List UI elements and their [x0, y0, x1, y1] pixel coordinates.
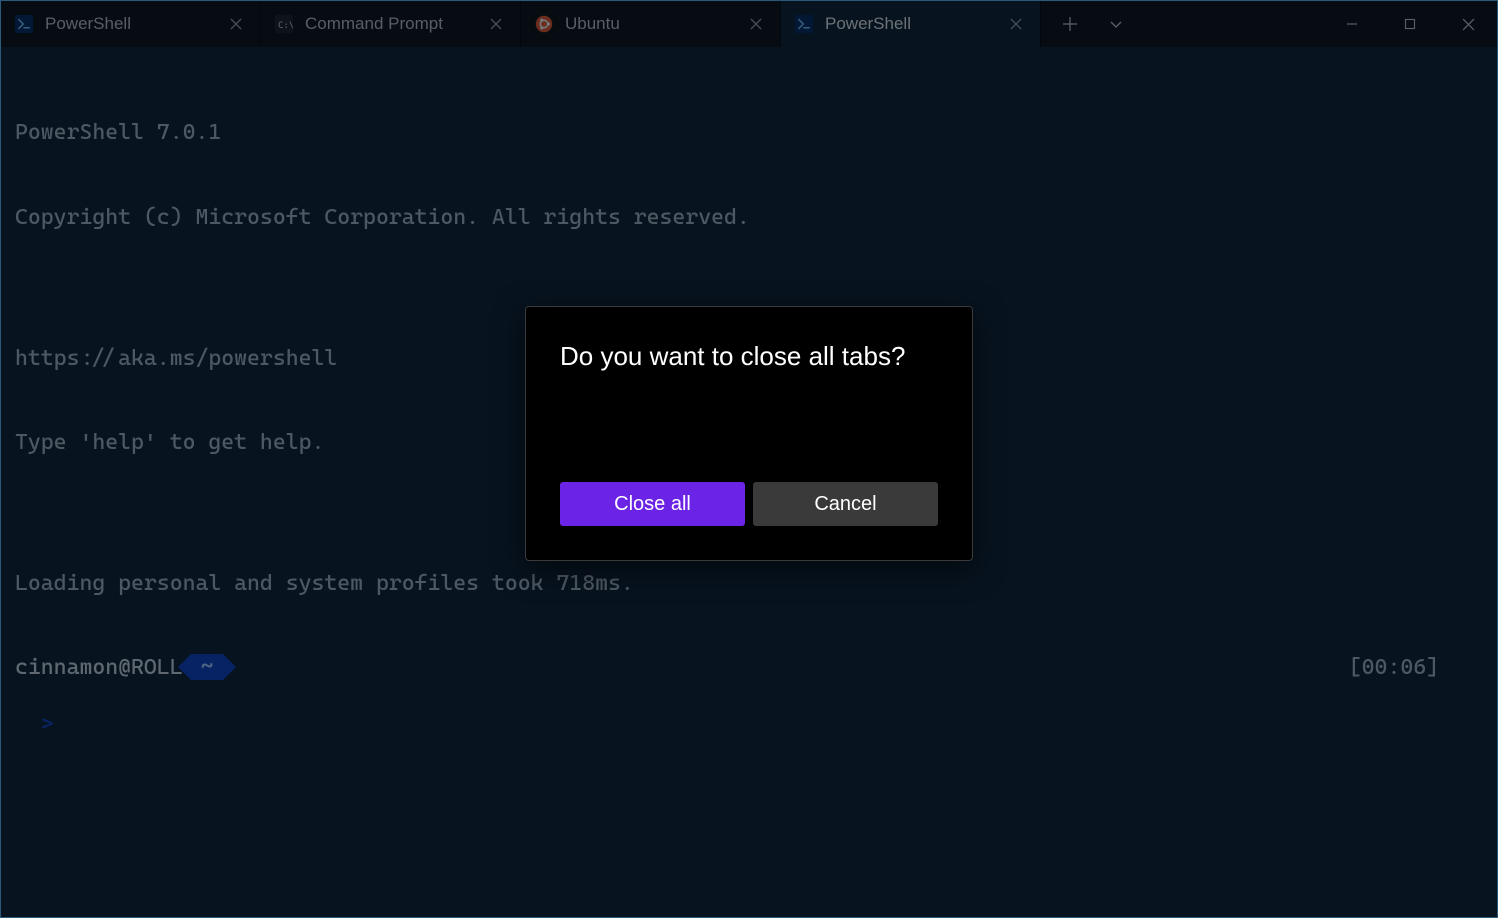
prompt-path: ~: [201, 653, 214, 681]
maximize-button[interactable]: [1381, 1, 1439, 47]
tab-close-button[interactable]: [482, 10, 510, 38]
tab-close-button[interactable]: [1002, 10, 1030, 38]
window-controls: [1323, 1, 1497, 47]
tab-dropdown-button[interactable]: [1093, 1, 1139, 47]
titlebar-drag-region[interactable]: [1139, 1, 1323, 47]
dialog-title: Do you want to close all tabs?: [560, 341, 938, 372]
close-tabs-dialog: Do you want to close all tabs? Close all…: [525, 306, 973, 561]
powershell-icon: [15, 15, 33, 33]
cancel-button[interactable]: Cancel: [753, 482, 938, 526]
tab-command-prompt[interactable]: C:\ Command Prompt: [261, 1, 521, 47]
terminal-line: PowerShell 7.0.1: [15, 119, 1483, 147]
dialog-buttons: Close all Cancel: [560, 482, 938, 526]
close-all-button[interactable]: Close all: [560, 482, 745, 526]
svg-text:C:\: C:\: [278, 21, 293, 31]
prompt-time: [00:06]: [1349, 654, 1483, 682]
powershell-icon: [795, 15, 813, 33]
terminal-line: Copyright (c) Microsoft Corporation. All…: [15, 204, 1483, 232]
prompt-continuation-caret: >: [41, 712, 54, 737]
minimize-button[interactable]: [1323, 1, 1381, 47]
tab-close-button[interactable]: [222, 10, 250, 38]
titlebar: PowerShell C:\ Command Prompt Ubuntu Pow…: [1, 1, 1497, 47]
titlebar-actions: [1047, 1, 1139, 47]
cmd-icon: C:\: [275, 15, 293, 33]
tab-label: Ubuntu: [565, 14, 730, 34]
tab-label: Command Prompt: [305, 14, 470, 34]
ubuntu-icon: [535, 15, 553, 33]
tab-powershell-1[interactable]: PowerShell: [781, 1, 1041, 47]
close-window-button[interactable]: [1439, 1, 1497, 47]
terminal-line: Loading personal and system profiles too…: [15, 570, 1483, 598]
tab-close-button[interactable]: [742, 10, 770, 38]
tab-label: PowerShell: [45, 14, 210, 34]
tab-powershell-0[interactable]: PowerShell: [1, 1, 261, 47]
tab-label: PowerShell: [825, 14, 990, 34]
prompt-user: cinnamon@ROLL: [15, 654, 183, 682]
new-tab-button[interactable]: [1047, 1, 1093, 47]
tab-ubuntu[interactable]: Ubuntu: [521, 1, 781, 47]
prompt-path-segment: ~: [191, 654, 224, 680]
